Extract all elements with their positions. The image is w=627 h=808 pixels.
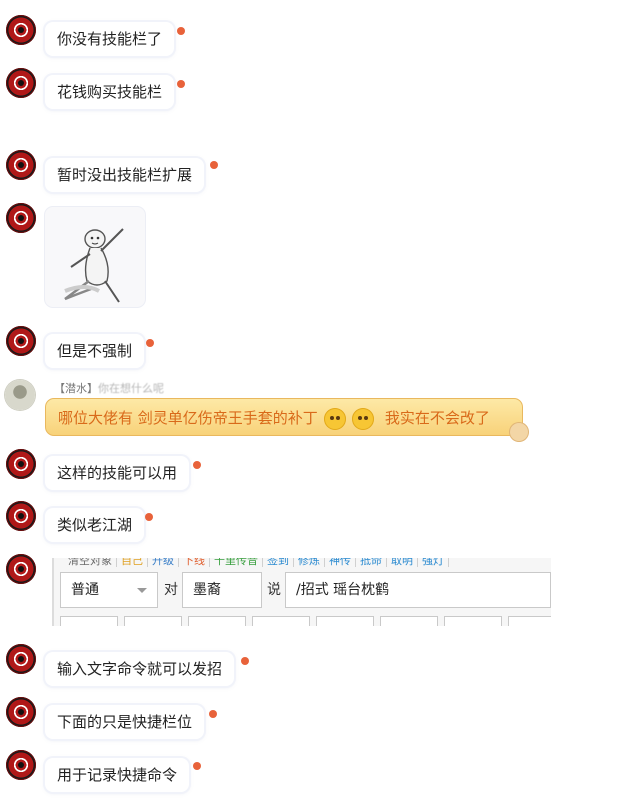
sharingan-avatar-icon[interactable] xyxy=(6,68,36,98)
message-bubble[interactable]: 这样的技能可以用 xyxy=(45,456,190,490)
send-failed-icon[interactable] xyxy=(209,710,217,718)
member-title-tag: 【潜水】 xyxy=(54,382,98,395)
toolbar-item: 升级 xyxy=(148,558,179,567)
message-bubble[interactable]: 花钱购买技能栏 xyxy=(45,75,175,109)
sharingan-avatar-icon[interactable] xyxy=(6,203,36,233)
message-bubble[interactable]: 输入文字命令就可以发招 xyxy=(45,652,235,686)
send-failed-icon[interactable] xyxy=(177,80,185,88)
message-row: 清空对象 自己 升级 下线 千里传音 签到 修炼 神传 抵命 取明 强灯 普通 对 墨裔 说 /招式… xyxy=(0,554,627,626)
send-failed-icon[interactable] xyxy=(177,27,185,35)
shortcut-slot xyxy=(316,616,374,626)
dancing-meme-sticker xyxy=(64,228,124,303)
bubble-decoration-icon xyxy=(510,423,528,441)
message-bubble[interactable]: 暂时没出技能栏扩展 xyxy=(45,158,205,192)
sticker-image[interactable] xyxy=(45,207,145,307)
send-failed-icon[interactable] xyxy=(193,762,201,770)
sharingan-avatar-icon[interactable] xyxy=(6,150,36,180)
sharingan-avatar-icon[interactable] xyxy=(6,15,36,45)
sharingan-avatar-icon[interactable] xyxy=(6,554,36,584)
game-toolbar: 清空对象 自己 升级 下线 千里传音 签到 修炼 神传 抵命 取明 强灯 xyxy=(64,558,449,568)
toolbar-item: 修炼 xyxy=(294,558,325,567)
shortcut-slot xyxy=(60,616,118,626)
screenshot-image[interactable]: 清空对象 自己 升级 下线 千里传音 签到 修炼 神传 抵命 取明 强灯 普通 对 墨裔 说 /招式… xyxy=(52,558,551,626)
shortcut-slot xyxy=(124,616,182,626)
shortcut-slot xyxy=(252,616,310,626)
send-failed-icon[interactable] xyxy=(241,657,249,665)
gold-message-bubble[interactable]: 哪位大佬有 剑灵单亿伤帝王手套的补丁 我实在不会改了 xyxy=(45,398,528,441)
user-avatar[interactable] xyxy=(5,380,35,410)
toolbar-item: 签到 xyxy=(263,558,294,567)
shortcut-slot xyxy=(444,616,502,626)
send-failed-icon[interactable] xyxy=(193,461,201,469)
toolbar-item: 清空对象 xyxy=(64,558,117,567)
toolbar-item: 下线 xyxy=(179,558,210,567)
sharingan-avatar-icon[interactable] xyxy=(6,501,36,531)
sender-name: 你在想什么呢 xyxy=(98,382,164,395)
send-failed-icon[interactable] xyxy=(145,513,153,521)
mode-select-value: 普通 xyxy=(71,582,99,598)
target-field: 墨裔 xyxy=(182,572,262,608)
message-bubble[interactable]: 用于记录快捷命令 xyxy=(45,758,190,792)
toolbar-item: 自己 xyxy=(117,558,148,567)
doge-emoji-icon xyxy=(323,407,346,430)
chevron-down-icon xyxy=(137,588,147,593)
message-bubble[interactable]: 类似老江湖 xyxy=(45,508,145,542)
message-bubble[interactable]: 但是不强制 xyxy=(45,334,145,368)
sender-nickname[interactable]: 【潜水】你在想什么呢 xyxy=(54,380,164,396)
shortcut-slot xyxy=(188,616,246,626)
sharingan-avatar-icon[interactable] xyxy=(6,750,36,780)
toolbar-item: 强灯 xyxy=(418,558,449,567)
sharingan-avatar-icon[interactable] xyxy=(6,644,36,674)
send-failed-icon[interactable] xyxy=(210,161,218,169)
command-field: /招式 瑶台枕鹤 xyxy=(285,572,551,608)
doge-emoji-icon xyxy=(352,407,375,430)
shortcut-slot xyxy=(508,616,551,626)
send-failed-icon[interactable] xyxy=(146,339,154,347)
message-row: 【潜水】你在想什么呢 哪位大佬有 剑灵单亿伤帝王手套的补丁 我实在不会改了 xyxy=(0,380,627,442)
say-label: 说 xyxy=(267,582,281,598)
message-text: 我实在不会改了 xyxy=(384,409,490,427)
toolbar-item: 抵命 xyxy=(356,558,387,567)
message-bubble[interactable]: 下面的只是快捷栏位 xyxy=(45,705,205,739)
message-bubble[interactable]: 你没有技能栏了 xyxy=(45,22,175,56)
sharingan-avatar-icon[interactable] xyxy=(6,697,36,727)
sharingan-avatar-icon[interactable] xyxy=(6,449,36,479)
toolbar-item: 取明 xyxy=(387,558,418,567)
message-row xyxy=(0,203,627,308)
shortcut-slot xyxy=(380,616,438,626)
sharingan-avatar-icon[interactable] xyxy=(6,326,36,356)
toolbar-item: 千里传音 xyxy=(210,558,263,567)
toolbar-item: 神传 xyxy=(325,558,356,567)
message-text: 哪位大佬有 剑灵单亿伤帝王手套的补丁 xyxy=(58,409,318,427)
to-label: 对 xyxy=(164,582,178,598)
mode-select: 普通 xyxy=(60,572,158,608)
